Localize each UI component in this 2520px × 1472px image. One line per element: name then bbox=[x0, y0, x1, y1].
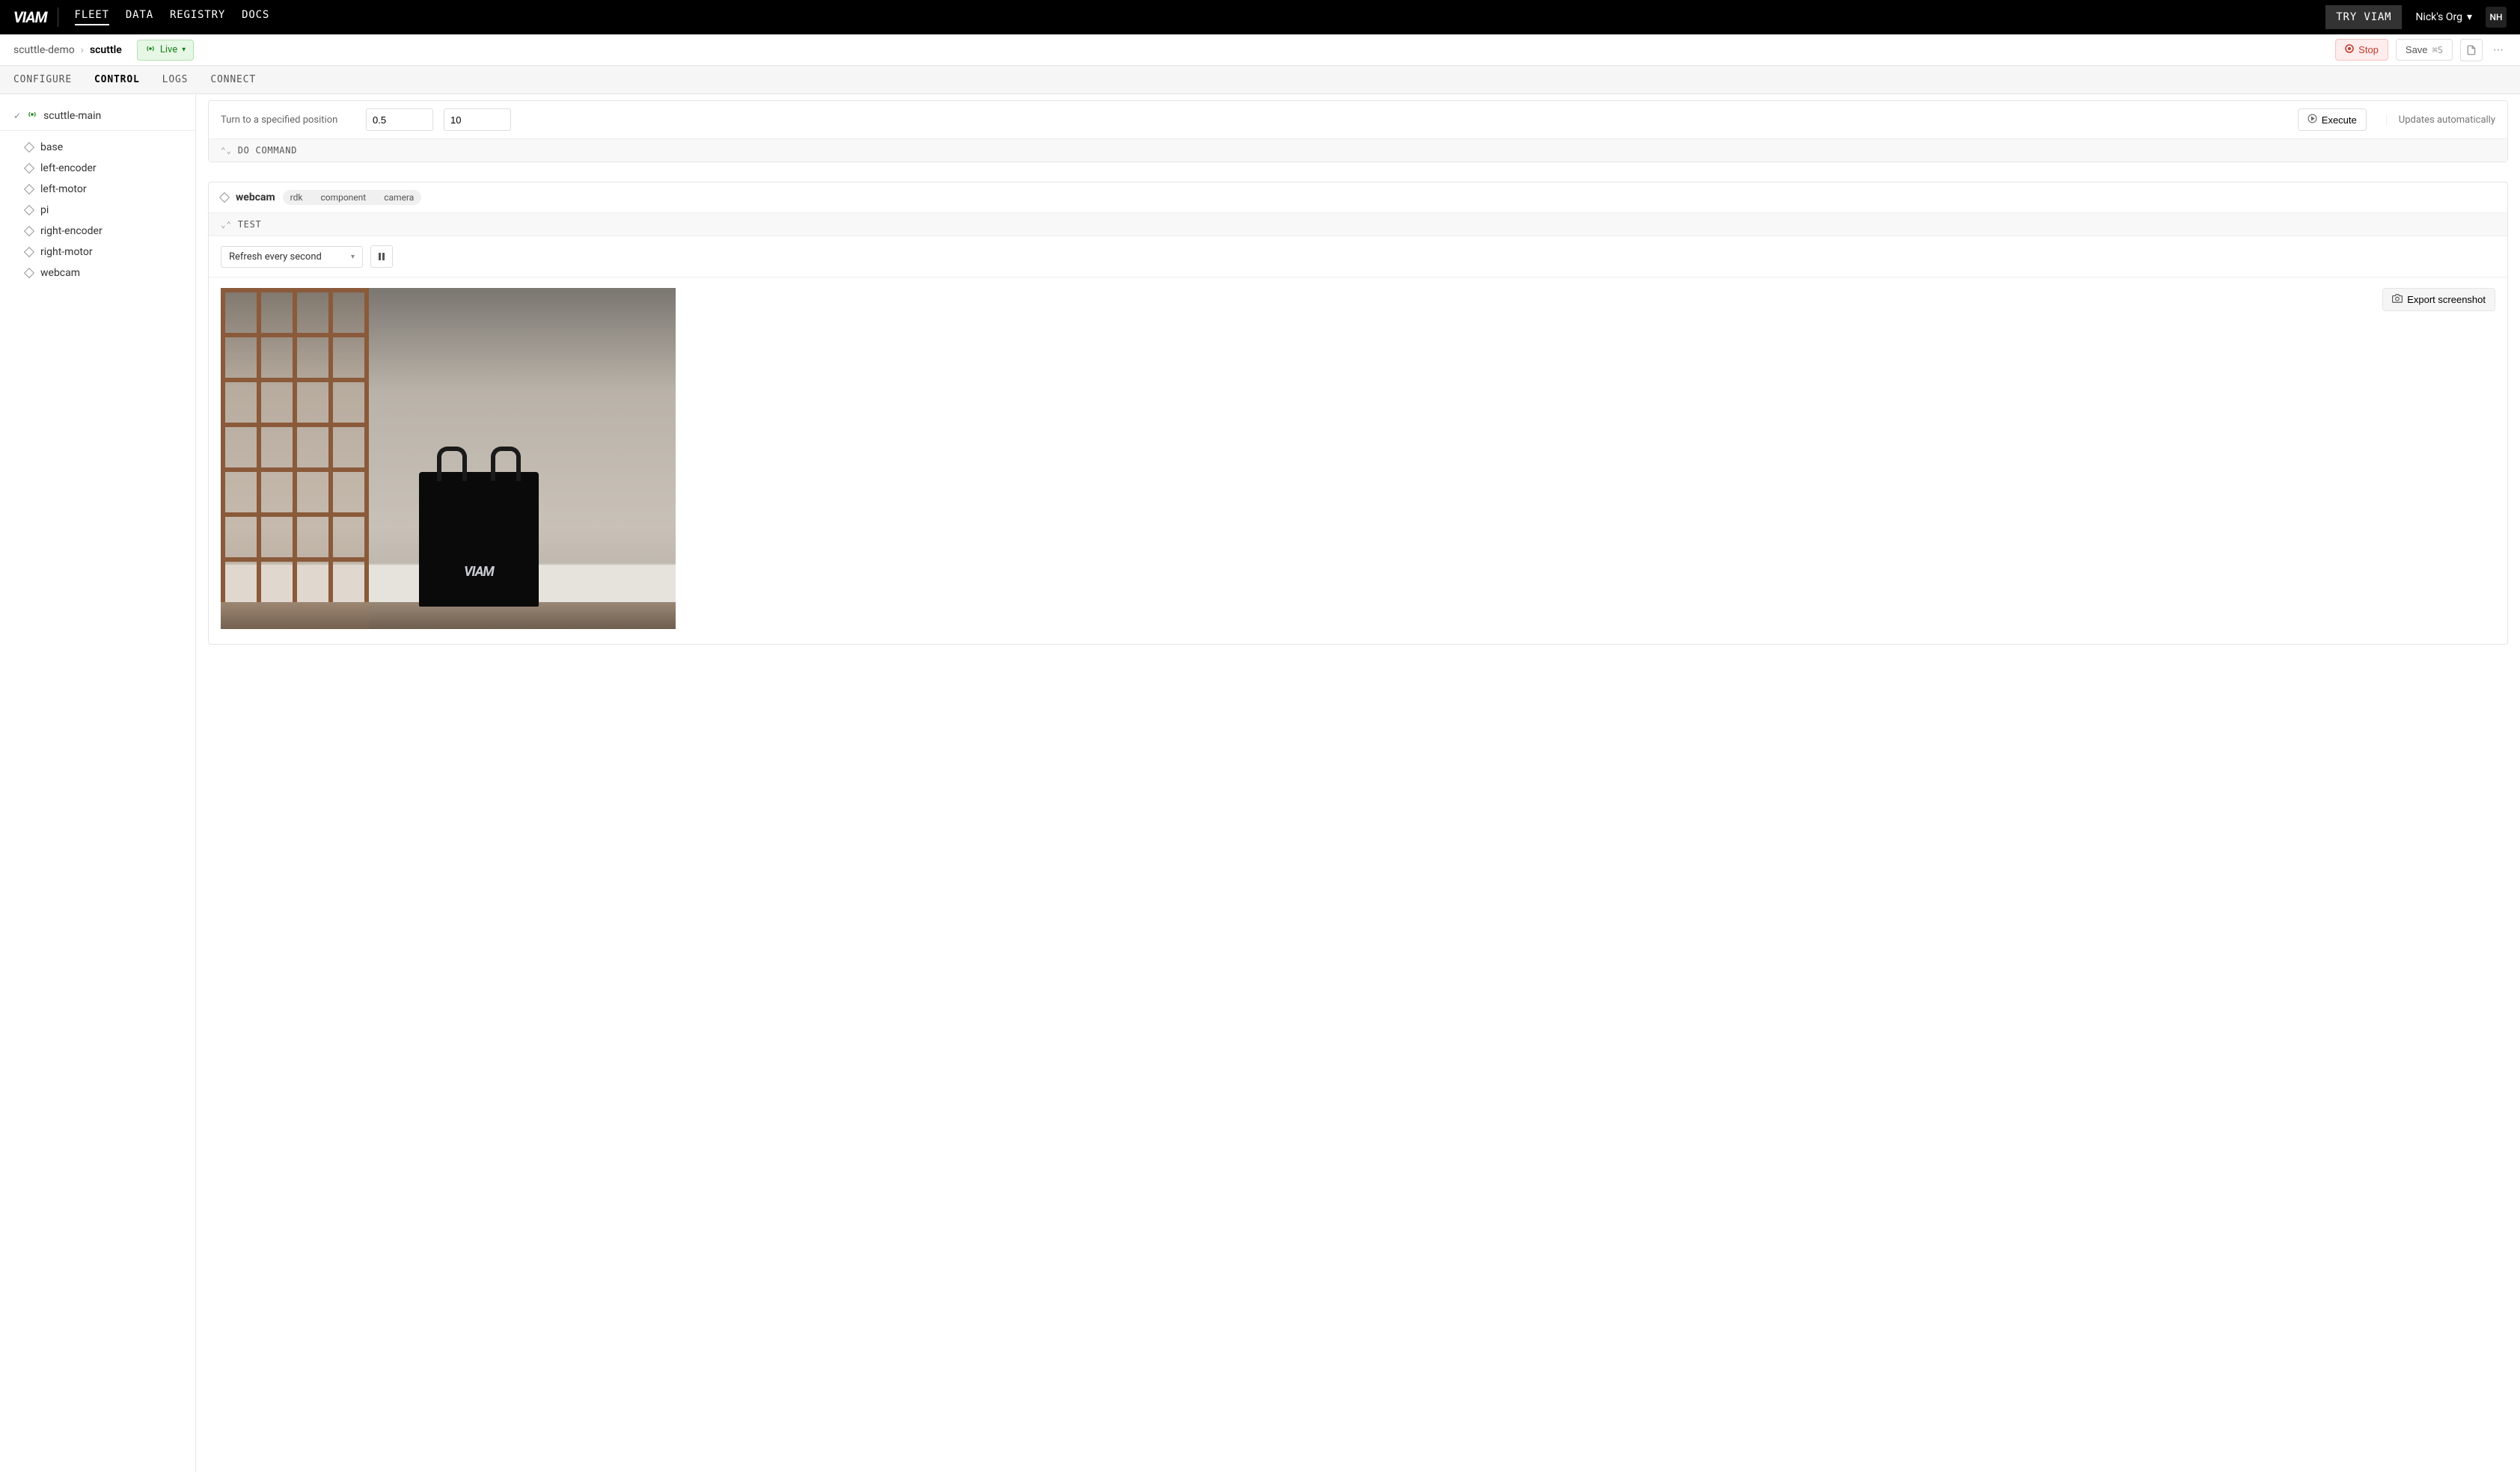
live-label: Live bbox=[160, 44, 177, 55]
turn-value-1-input[interactable] bbox=[366, 108, 433, 131]
export-screenshot-button[interactable]: Export screenshot bbox=[2382, 288, 2495, 311]
export-label: Export screenshot bbox=[2407, 294, 2486, 305]
sidebar-item-base[interactable]: base bbox=[25, 137, 195, 158]
more-menu-button[interactable]: ⋯ bbox=[2490, 41, 2507, 59]
component-name: webcam bbox=[236, 191, 275, 203]
sidebar-main-part[interactable]: ✓ scuttle-main bbox=[0, 102, 195, 131]
tab-connect[interactable]: CONNECT bbox=[210, 74, 256, 85]
motor-panel-fragment: Turn to a specified position Execute Upd… bbox=[208, 100, 2508, 162]
tag-camera: camera bbox=[373, 190, 421, 205]
diamond-icon bbox=[24, 142, 34, 153]
breadcrumb-current: scuttle bbox=[90, 44, 122, 56]
webcam-panel: webcam rdk component camera ⌄⌃ TEST Refr… bbox=[208, 182, 2508, 645]
breadcrumb-separator: › bbox=[81, 44, 84, 56]
updates-note: Updates automatically bbox=[2386, 114, 2495, 126]
sidebar: ✓ scuttle-main base left-encoder left-mo… bbox=[0, 94, 196, 1472]
do-command-header[interactable]: ⌃⌄ DO COMMAND bbox=[209, 138, 2507, 162]
tab-configure[interactable]: CONFIGURE bbox=[13, 74, 72, 85]
breadcrumb-bar: scuttle-demo › scuttle Live ▾ Stop Save … bbox=[0, 34, 2520, 66]
diamond-icon bbox=[24, 163, 34, 174]
sidebar-item-label: left-motor bbox=[40, 183, 87, 195]
nav-data[interactable]: DATA bbox=[126, 9, 153, 25]
org-switcher[interactable]: Nick's Org ▾ bbox=[2415, 11, 2472, 23]
logo: VIAM bbox=[13, 8, 47, 26]
diamond-icon bbox=[24, 226, 34, 236]
nav-fleet[interactable]: FLEET bbox=[75, 9, 109, 25]
topbar: VIAM FLEET DATA REGISTRY DOCS TRY VIAM N… bbox=[0, 0, 2520, 34]
diamond-icon bbox=[219, 192, 230, 203]
sidebar-item-pi[interactable]: pi bbox=[25, 200, 195, 221]
org-name: Nick's Org bbox=[2415, 11, 2462, 23]
diamond-icon bbox=[24, 205, 34, 215]
broadcast-icon bbox=[27, 109, 37, 123]
sidebar-item-webcam[interactable]: webcam bbox=[25, 263, 195, 283]
bag-logo: VIAM bbox=[464, 564, 494, 580]
try-viam-button[interactable]: TRY VIAM bbox=[2325, 5, 2402, 29]
stop-label: Stop bbox=[2358, 44, 2379, 55]
chevron-down-icon: ▾ bbox=[351, 253, 355, 261]
turn-value-2-input[interactable] bbox=[444, 108, 511, 131]
sidebar-item-label: base bbox=[40, 141, 63, 153]
camera-icon bbox=[2392, 293, 2403, 306]
broadcast-icon bbox=[145, 43, 156, 57]
pause-button[interactable] bbox=[370, 245, 393, 268]
sidebar-component-list: base left-encoder left-motor pi right-en… bbox=[0, 131, 195, 289]
collapse-icon: ⌄⌃ bbox=[221, 220, 232, 230]
user-avatar[interactable]: NH bbox=[2486, 7, 2507, 28]
save-shortcut: ⌘S bbox=[2432, 45, 2443, 55]
sidebar-item-label: left-encoder bbox=[40, 162, 97, 174]
tab-strip: CONFIGURE CONTROL LOGS CONNECT bbox=[0, 66, 2520, 94]
expand-collapse-icon: ⌃⌄ bbox=[221, 146, 232, 156]
stop-button[interactable]: Stop bbox=[2335, 39, 2388, 61]
sidebar-item-label: webcam bbox=[40, 267, 80, 279]
turn-row: Turn to a specified position Execute Upd… bbox=[209, 101, 2507, 138]
record-icon bbox=[2345, 44, 2354, 55]
play-circle-icon bbox=[2308, 114, 2317, 126]
tag-rdk: rdk bbox=[283, 190, 311, 205]
live-status-dropdown[interactable]: Live ▾ bbox=[137, 40, 194, 61]
save-label: Save bbox=[2406, 44, 2428, 55]
test-section-header[interactable]: ⌄⌃ TEST bbox=[209, 212, 2507, 236]
camera-feed-image: VIAM bbox=[221, 288, 676, 629]
sidebar-item-right-motor[interactable]: right-motor bbox=[25, 242, 195, 263]
file-icon-button[interactable] bbox=[2460, 39, 2483, 61]
sidebar-item-label: pi bbox=[40, 204, 49, 216]
tab-control[interactable]: CONTROL bbox=[94, 74, 140, 85]
test-label: TEST bbox=[238, 219, 262, 230]
refresh-rate-dropdown[interactable]: Refresh every second ▾ bbox=[221, 246, 363, 268]
check-icon: ✓ bbox=[13, 111, 21, 121]
camera-controls-row: Refresh every second ▾ bbox=[209, 236, 2507, 277]
sidebar-item-right-encoder[interactable]: right-encoder bbox=[25, 221, 195, 242]
sidebar-item-left-motor[interactable]: left-motor bbox=[25, 179, 195, 200]
nav-registry[interactable]: REGISTRY bbox=[170, 9, 225, 25]
turn-label: Turn to a specified position bbox=[221, 114, 355, 126]
nav-docs[interactable]: DOCS bbox=[242, 9, 269, 25]
sidebar-item-label: right-encoder bbox=[40, 225, 103, 237]
sidebar-item-label: right-motor bbox=[40, 246, 93, 258]
diamond-icon bbox=[24, 184, 34, 194]
component-tags: rdk component camera bbox=[283, 190, 422, 205]
diamond-icon bbox=[24, 268, 34, 278]
main-content: Turn to a specified position Execute Upd… bbox=[196, 94, 2520, 1472]
diamond-icon bbox=[24, 247, 34, 257]
sidebar-item-left-encoder[interactable]: left-encoder bbox=[25, 158, 195, 179]
tag-component: component bbox=[310, 190, 373, 205]
execute-button[interactable]: Execute bbox=[2298, 108, 2367, 131]
top-nav: FLEET DATA REGISTRY DOCS bbox=[75, 9, 270, 25]
refresh-rate-label: Refresh every second bbox=[229, 251, 322, 263]
chevron-down-icon: ▾ bbox=[2467, 11, 2472, 23]
tab-logs[interactable]: LOGS bbox=[162, 74, 189, 85]
execute-label: Execute bbox=[2322, 114, 2357, 126]
save-button[interactable]: Save ⌘S bbox=[2396, 39, 2453, 61]
do-command-label: DO COMMAND bbox=[238, 145, 297, 156]
breadcrumb-parent[interactable]: scuttle-demo bbox=[13, 44, 75, 56]
component-header: webcam rdk component camera bbox=[209, 183, 2507, 212]
chevron-down-icon: ▾ bbox=[182, 46, 186, 54]
sidebar-main-label: scuttle-main bbox=[43, 110, 101, 122]
camera-image-area: Export screenshot VIAM bbox=[209, 277, 2507, 644]
